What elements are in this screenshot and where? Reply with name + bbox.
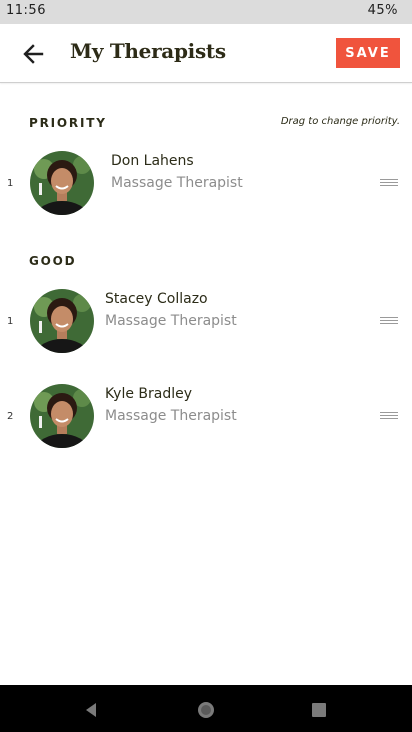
save-button[interactable]: SAVE (336, 38, 400, 68)
therapist-row[interactable]: 2 Kyle Bradley Massage Therapist (0, 384, 412, 454)
section-label-priority: PRIORITY (29, 116, 107, 130)
therapist-role: Massage Therapist (105, 313, 237, 329)
rank-number: 1 (7, 178, 14, 189)
system-nav-bar (0, 685, 412, 732)
app-bar: My Therapists SAVE (0, 24, 412, 83)
drag-handle-icon[interactable] (380, 179, 398, 191)
drag-handle-icon[interactable] (380, 317, 398, 329)
therapist-row[interactable]: 1 Don Lahens Massage Therapist (0, 151, 412, 221)
status-time: 11:56 (6, 3, 46, 18)
page-title: My Therapists (70, 39, 226, 63)
status-battery: 45% (367, 3, 398, 18)
drag-hint: Drag to change priority. (280, 116, 400, 127)
therapist-role: Massage Therapist (111, 175, 243, 191)
avatar (30, 151, 94, 215)
therapist-name: Don Lahens (111, 153, 194, 169)
therapist-row[interactable]: 1 Stacey Collazo Massage Therapist (0, 289, 412, 359)
rank-number: 2 (7, 411, 14, 422)
section-label-good: GOOD (29, 254, 77, 268)
nav-back-icon[interactable] (79, 698, 103, 722)
nav-recents-icon[interactable] (307, 698, 331, 722)
therapist-name: Stacey Collazo (105, 291, 208, 307)
avatar (30, 384, 94, 448)
arrow-left-icon (23, 44, 44, 64)
drag-handle-icon[interactable] (380, 412, 398, 424)
avatar (30, 289, 94, 353)
rank-number: 1 (7, 316, 14, 327)
therapist-name: Kyle Bradley (105, 386, 193, 402)
therapist-role: Massage Therapist (105, 408, 237, 424)
nav-home-icon[interactable] (194, 698, 218, 722)
status-bar: 11:56 45% (0, 0, 412, 24)
back-button[interactable] (18, 40, 48, 68)
